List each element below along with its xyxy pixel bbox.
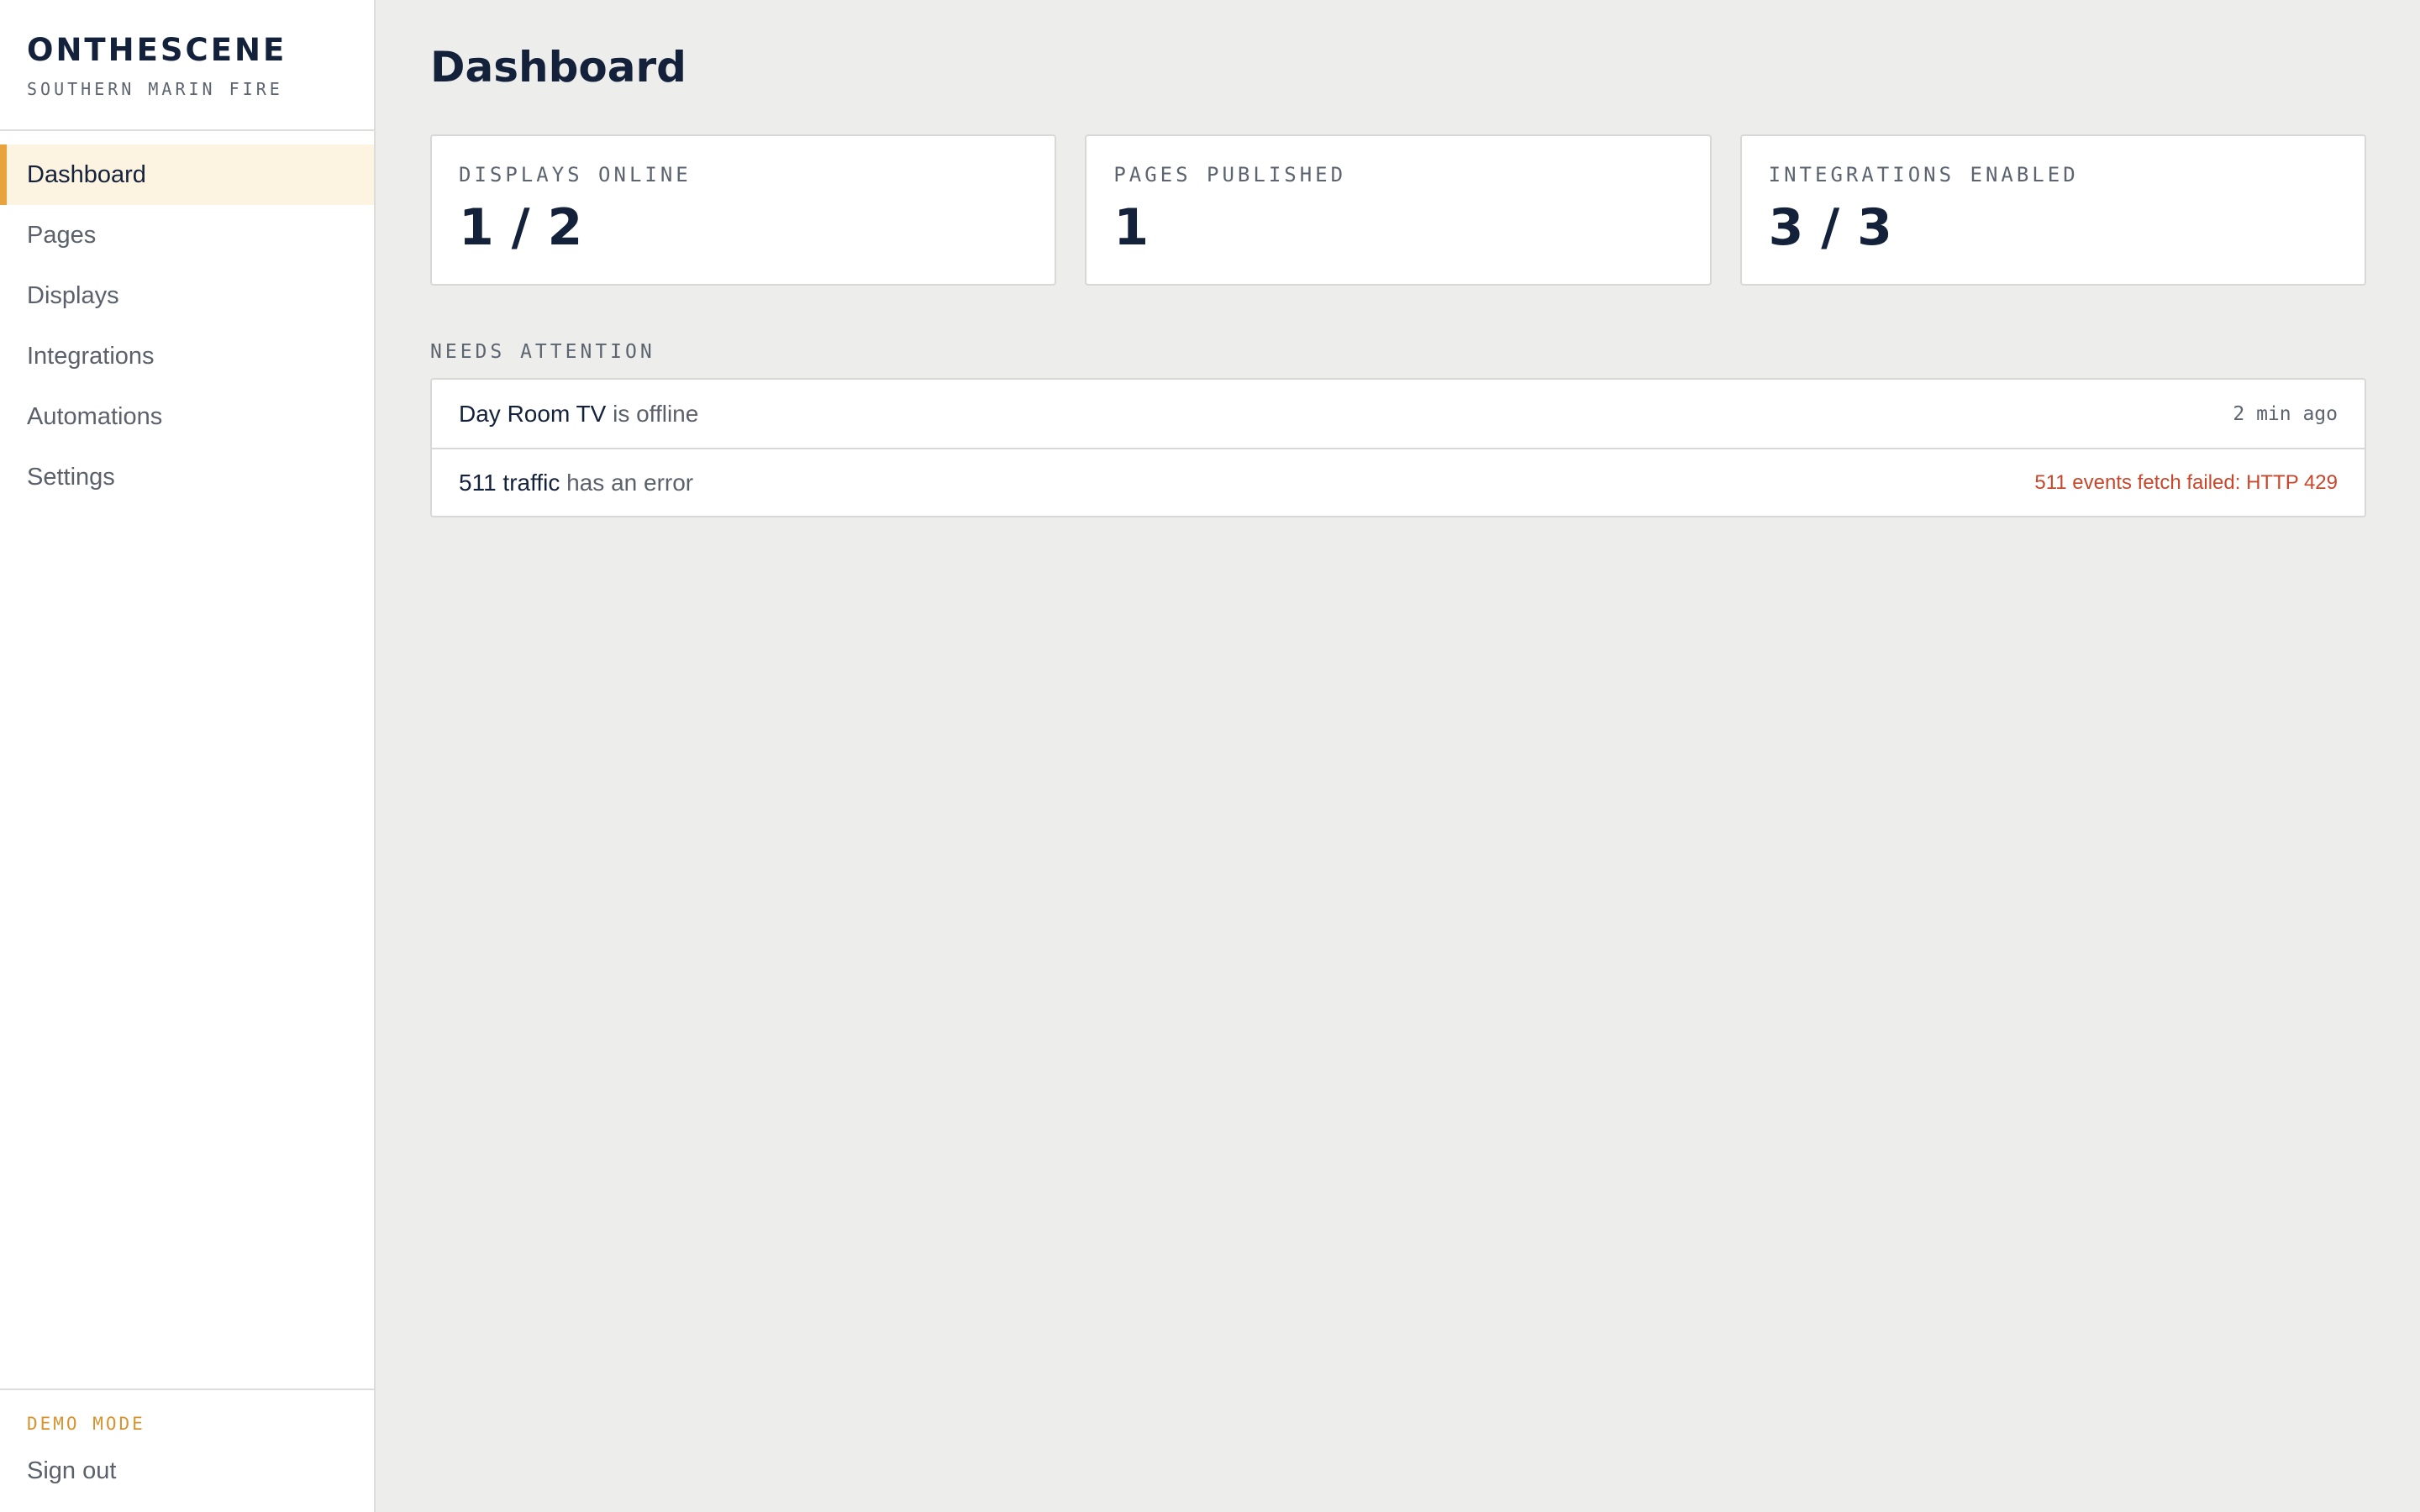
attention-item[interactable]: Day Room TV is offline 2 min ago <box>432 380 2365 448</box>
attention-item-name: 511 traffic <box>459 469 560 496</box>
brand-header: ONTHESCENE SOUTHERN MARIN FIRE <box>0 0 374 131</box>
stats-cards: DISPLAYS ONLINE 1 / 2 PAGES PUBLISHED 1 … <box>430 134 2366 286</box>
attention-item-status: has an error <box>560 469 694 496</box>
sidebar: ONTHESCENE SOUTHERN MARIN FIRE Dashboard… <box>0 0 376 1512</box>
sidebar-item-integrations[interactable]: Integrations <box>0 326 374 386</box>
stat-value: 1 / 2 <box>459 198 583 257</box>
stat-label: INTEGRATIONS ENABLED <box>1768 163 2079 186</box>
attention-item-status: is offline <box>606 400 699 427</box>
stat-value: 1 <box>1113 198 1150 257</box>
sidebar-item-label: Settings <box>27 463 115 491</box>
sidebar-item-label: Integrations <box>27 342 155 370</box>
app-shell: ONTHESCENE SOUTHERN MARIN FIRE Dashboard… <box>0 0 2420 1512</box>
sidebar-nav: Dashboard Pages Displays Integrations Au… <box>0 144 374 507</box>
sidebar-item-label: Displays <box>27 281 119 309</box>
sidebar-item-displays[interactable]: Displays <box>0 265 374 326</box>
stat-value: 3 / 3 <box>1768 198 1892 257</box>
demo-mode-badge: DEMO MODE <box>27 1414 145 1434</box>
brand-name: ONTHESCENE <box>27 32 287 68</box>
attention-item-summary: 511 traffic has an error <box>459 470 693 496</box>
sidebar-item-dashboard[interactable]: Dashboard <box>0 144 374 205</box>
stat-label: PAGES PUBLISHED <box>1113 163 1347 186</box>
attention-item-summary: Day Room TV is offline <box>459 401 698 428</box>
stat-label: DISPLAYS ONLINE <box>459 163 692 186</box>
sidebar-item-pages[interactable]: Pages <box>0 205 374 265</box>
sidebar-item-settings[interactable]: Settings <box>0 447 374 507</box>
sidebar-footer: DEMO MODE Sign out <box>0 1389 374 1512</box>
attention-item-name: Day Room TV <box>459 400 607 427</box>
stat-card-integrations-enabled: INTEGRATIONS ENABLED 3 / 3 <box>1739 134 2366 286</box>
sidebar-item-label: Pages <box>27 221 97 249</box>
sign-out-link[interactable]: Sign out <box>27 1457 116 1485</box>
page-title: Dashboard <box>430 43 687 92</box>
brand-subtitle: SOUTHERN MARIN FIRE <box>27 79 283 99</box>
main-content: Dashboard DISPLAYS ONLINE 1 / 2 PAGES PU… <box>376 0 2420 1512</box>
attention-item-timestamp: 2 min ago <box>2233 402 2338 425</box>
stat-card-displays-online: DISPLAYS ONLINE 1 / 2 <box>430 134 1057 286</box>
attention-item-error-message: 511 events fetch failed: HTTP 429 <box>2034 470 2338 494</box>
sidebar-item-automations[interactable]: Automations <box>0 386 374 447</box>
attention-item[interactable]: 511 traffic has an error 511 events fetc… <box>432 448 2365 516</box>
needs-attention-list: Day Room TV is offline 2 min ago 511 tra… <box>430 378 2366 517</box>
sidebar-item-label: Dashboard <box>27 160 146 188</box>
needs-attention-heading: NEEDS ATTENTION <box>430 341 655 363</box>
stat-card-pages-published: PAGES PUBLISHED 1 <box>1085 134 1712 286</box>
sidebar-item-label: Automations <box>27 402 163 430</box>
